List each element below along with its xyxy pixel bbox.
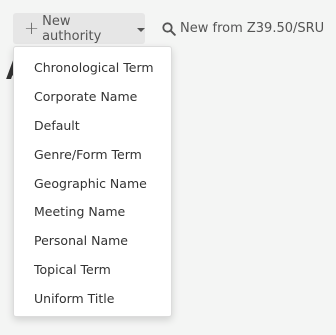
caret-down-icon <box>137 27 145 32</box>
menu-item-meeting-name[interactable]: Meeting Name <box>14 198 171 227</box>
menu-item-genre-form-term[interactable]: Genre/Form Term <box>14 141 171 170</box>
menu-item-personal-name[interactable]: Personal Name <box>14 227 171 256</box>
toolbar: + New authority New from Z39.50/SRU <box>0 0 336 50</box>
menu-item-topical-term[interactable]: Topical Term <box>14 256 171 285</box>
menu-item-uniform-title[interactable]: Uniform Title <box>14 285 171 314</box>
menu-item-corporate-name[interactable]: Corporate Name <box>14 83 171 112</box>
menu-item-default[interactable]: Default <box>14 112 171 141</box>
new-authority-dropdown-menu: Chronological Term Corporate Name Defaul… <box>13 46 172 317</box>
new-from-z3950-button[interactable]: New from Z39.50/SRU <box>156 13 324 44</box>
new-authority-label: New authority <box>42 13 102 44</box>
new-from-z3950-label: New from Z39.50/SRU <box>180 21 325 36</box>
plus-icon: + <box>24 17 40 39</box>
search-icon <box>162 21 176 36</box>
new-authority-button[interactable]: + New authority <box>13 13 145 44</box>
menu-item-geographic-name[interactable]: Geographic Name <box>14 170 171 199</box>
menu-item-chronological-term[interactable]: Chronological Term <box>14 54 171 83</box>
